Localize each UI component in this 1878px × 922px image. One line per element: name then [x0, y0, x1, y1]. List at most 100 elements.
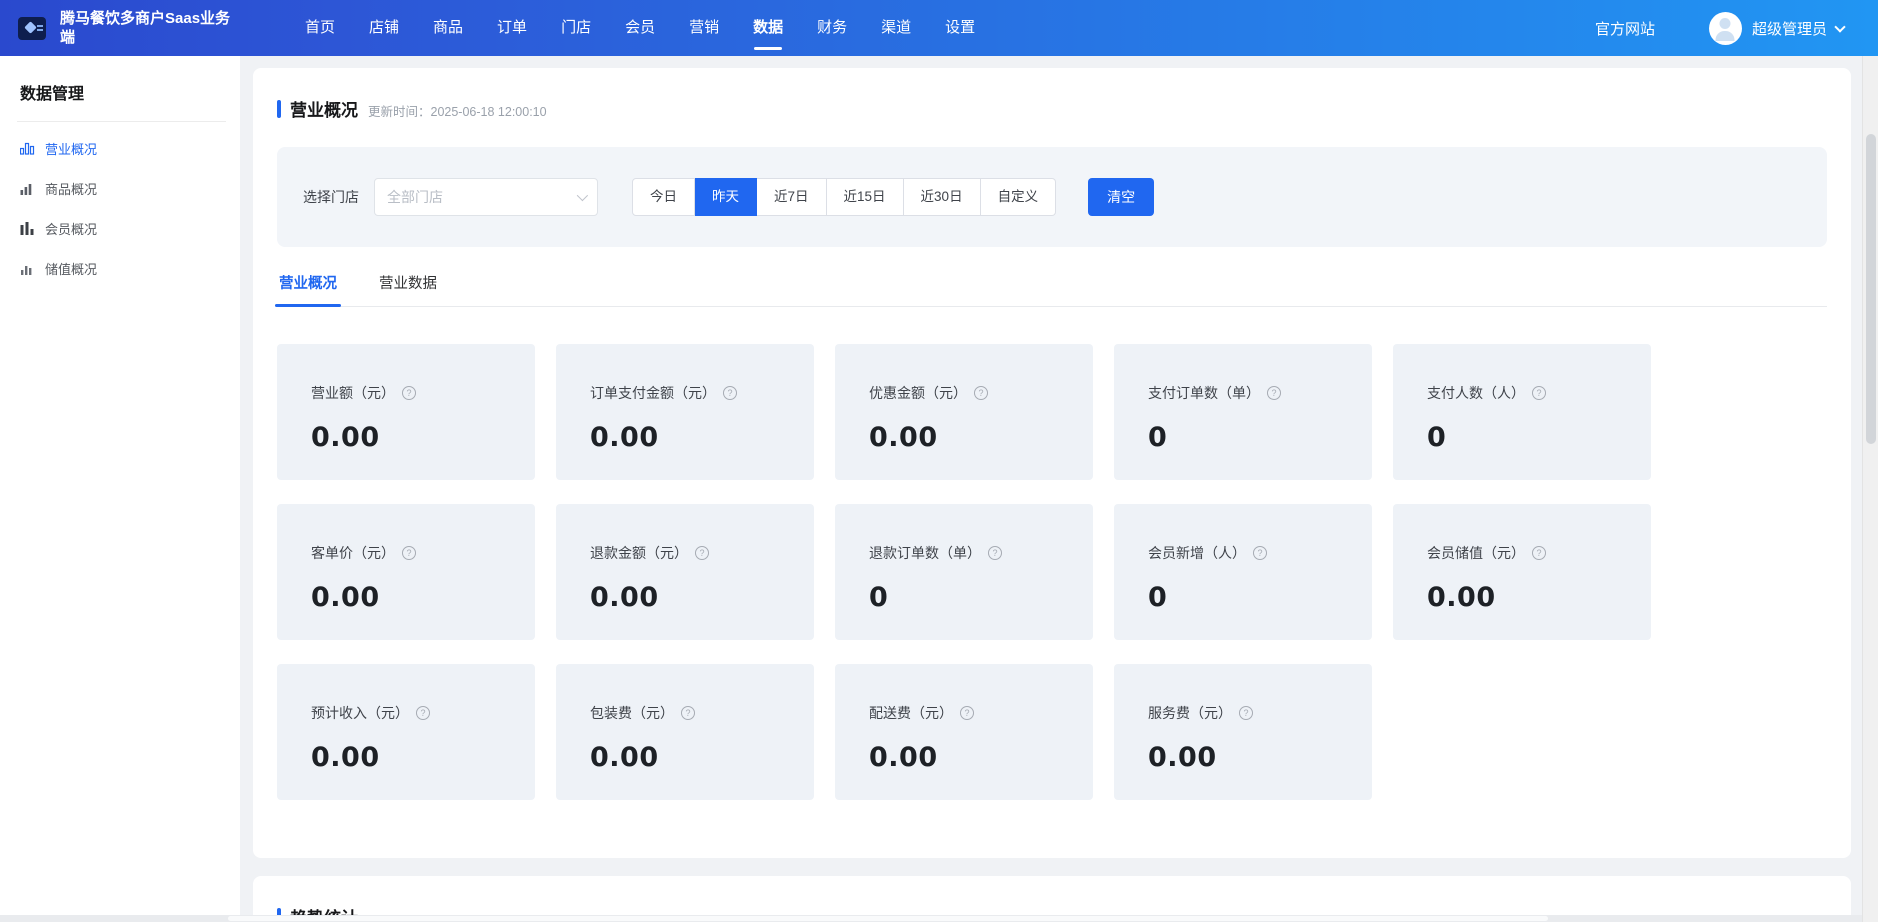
help-icon[interactable] [960, 706, 974, 720]
vertical-scrollbar-thumb[interactable] [1866, 134, 1876, 444]
stat-value: 0.00 [311, 742, 515, 773]
clear-button[interactable]: 清空 [1088, 178, 1154, 216]
range-yesterday-button[interactable]: 昨天 [695, 178, 757, 216]
nav-item-shop[interactable]: 店铺 [352, 0, 416, 56]
stat-card-paying-users: 支付人数（人） 0 [1393, 344, 1651, 480]
stat-label: 预计收入（元） [311, 703, 409, 723]
stat-label: 支付人数（人） [1427, 383, 1525, 403]
stat-card-revenue: 营业额（元） 0.00 [277, 344, 535, 480]
nav-item-marketing[interactable]: 营销 [672, 0, 736, 56]
sidebar-item-goods-overview[interactable]: 商品概况 [17, 168, 226, 208]
official-site-link[interactable]: 官方网站 [1595, 18, 1655, 39]
stat-value: 0 [869, 582, 1073, 613]
vertical-scrollbar[interactable] [1862, 56, 1878, 922]
accent-bar [277, 100, 281, 118]
nav-item-order[interactable]: 订单 [480, 0, 544, 56]
store-select[interactable]: 全部门店 [374, 178, 598, 216]
filter-bar: 选择门店 全部门店 今日 昨天 近7日 近15日 近30日 自定义 清空 [277, 147, 1827, 247]
chevron-down-icon [577, 190, 588, 201]
help-icon[interactable] [416, 706, 430, 720]
stat-label: 服务费（元） [1148, 703, 1232, 723]
help-icon[interactable] [1253, 546, 1267, 560]
sidebar-title: 数据管理 [17, 80, 226, 104]
nav-item-member[interactable]: 会员 [608, 0, 672, 56]
stat-value: 0 [1148, 582, 1352, 613]
nav-item-home[interactable]: 首页 [288, 0, 352, 56]
card-header: 营业概况 更新时间：2025-06-18 12:00:10 [277, 96, 1827, 121]
help-icon[interactable] [988, 546, 1002, 560]
help-icon[interactable] [723, 386, 737, 400]
stat-value: 0 [1148, 422, 1352, 453]
nav-item-channel[interactable]: 渠道 [864, 0, 928, 56]
range-today-button[interactable]: 今日 [632, 178, 695, 216]
range-30d-button[interactable]: 近30日 [904, 178, 981, 216]
sidebar-item-label: 储值概况 [45, 259, 97, 278]
overview-tabs: 营业概况 营业数据 [277, 272, 1827, 307]
sidebar-item-member-overview[interactable]: 会员概况 [17, 208, 226, 248]
tab-business-overview[interactable]: 营业概况 [277, 272, 339, 306]
help-icon[interactable] [402, 546, 416, 560]
user-avatar [1709, 12, 1742, 45]
main-content: 营业概况 更新时间：2025-06-18 12:00:10 选择门店 全部门店 … [240, 56, 1862, 922]
nav-item-store[interactable]: 门店 [544, 0, 608, 56]
help-icon[interactable] [974, 386, 988, 400]
stat-label: 包装费（元） [590, 703, 674, 723]
store-select-placeholder: 全部门店 [387, 187, 577, 207]
brand-title: 腾马餐饮多商户Saas业务端 [60, 9, 242, 47]
stat-card-packaging-fee: 包装费（元） 0.00 [556, 664, 814, 800]
user-menu[interactable]: 超级管理员 [1709, 12, 1844, 45]
navbar-right: 官方网站 超级管理员 [1595, 12, 1844, 45]
top-navbar: 腾马餐饮多商户Saas业务端 首页 店铺 商品 订单 门店 会员 营销 数据 财… [0, 0, 1878, 56]
help-icon[interactable] [695, 546, 709, 560]
sidebar-item-label: 营业概况 [45, 139, 97, 158]
stat-card-member-stored-value: 会员储值（元） 0.00 [1393, 504, 1651, 640]
help-icon[interactable] [402, 386, 416, 400]
bar-chart-icon [20, 141, 35, 155]
help-icon[interactable] [1267, 386, 1281, 400]
help-icon[interactable] [1239, 706, 1253, 720]
nav-item-settings[interactable]: 设置 [928, 0, 992, 56]
nav-item-goods[interactable]: 商品 [416, 0, 480, 56]
stat-label: 退款订单数（单） [869, 543, 981, 563]
horizontal-scrollbar[interactable] [0, 915, 1862, 922]
main-nav: 首页 店铺 商品 订单 门店 会员 营销 数据 财务 渠道 设置 [288, 0, 992, 56]
help-icon[interactable] [1532, 546, 1546, 560]
tab-business-data[interactable]: 营业数据 [377, 272, 439, 306]
stat-card-order-paid-amount: 订单支付金额（元） 0.00 [556, 344, 814, 480]
sidebar-item-business-overview[interactable]: 营业概况 [17, 128, 226, 168]
stat-value: 0.00 [311, 422, 515, 453]
stat-card-refund-amount: 退款金额（元） 0.00 [556, 504, 814, 640]
sidebar: 数据管理 营业概况 商品概况 会员概况 储值概况 [0, 56, 240, 922]
stat-value: 0.00 [1148, 742, 1352, 773]
stat-value: 0.00 [869, 742, 1073, 773]
store-filter-label: 选择门店 [303, 187, 359, 207]
chevron-down-icon [1834, 21, 1845, 32]
stat-label: 支付订单数（单） [1148, 383, 1260, 403]
stat-card-avg-order-value: 客单价（元） 0.00 [277, 504, 535, 640]
stat-label: 优惠金额（元） [869, 383, 967, 403]
stat-label: 会员新增（人） [1148, 543, 1246, 563]
stat-label: 退款金额（元） [590, 543, 688, 563]
update-time: 更新时间：2025-06-18 12:00:10 [368, 98, 547, 120]
stat-value: 0.00 [590, 742, 794, 773]
range-custom-button[interactable]: 自定义 [981, 178, 1057, 216]
username-label: 超级管理员 [1752, 18, 1827, 39]
sidebar-item-stored-value-overview[interactable]: 储值概况 [17, 248, 226, 288]
horizontal-scrollbar-thumb[interactable] [228, 916, 1548, 921]
help-icon[interactable] [1532, 386, 1546, 400]
bar-chart-icon [20, 181, 35, 195]
range-7d-button[interactable]: 近7日 [757, 178, 827, 216]
stat-value: 0.00 [590, 422, 794, 453]
nav-item-data[interactable]: 数据 [736, 0, 800, 56]
stat-card-expected-income: 预计收入（元） 0.00 [277, 664, 535, 800]
nav-item-finance[interactable]: 财务 [800, 0, 864, 56]
stat-label: 配送费（元） [869, 703, 953, 723]
stat-value: 0.00 [311, 582, 515, 613]
help-icon[interactable] [681, 706, 695, 720]
stat-label: 订单支付金额（元） [590, 383, 716, 403]
stat-card-discount-amount: 优惠金额（元） 0.00 [835, 344, 1093, 480]
stats-grid: 营业额（元） 0.00 订单支付金额（元） 0.00 优惠金额（元） 0.00 … [277, 344, 1827, 800]
sidebar-item-label: 商品概况 [45, 179, 97, 198]
range-15d-button[interactable]: 近15日 [827, 178, 904, 216]
stat-card-new-members: 会员新增（人） 0 [1114, 504, 1372, 640]
